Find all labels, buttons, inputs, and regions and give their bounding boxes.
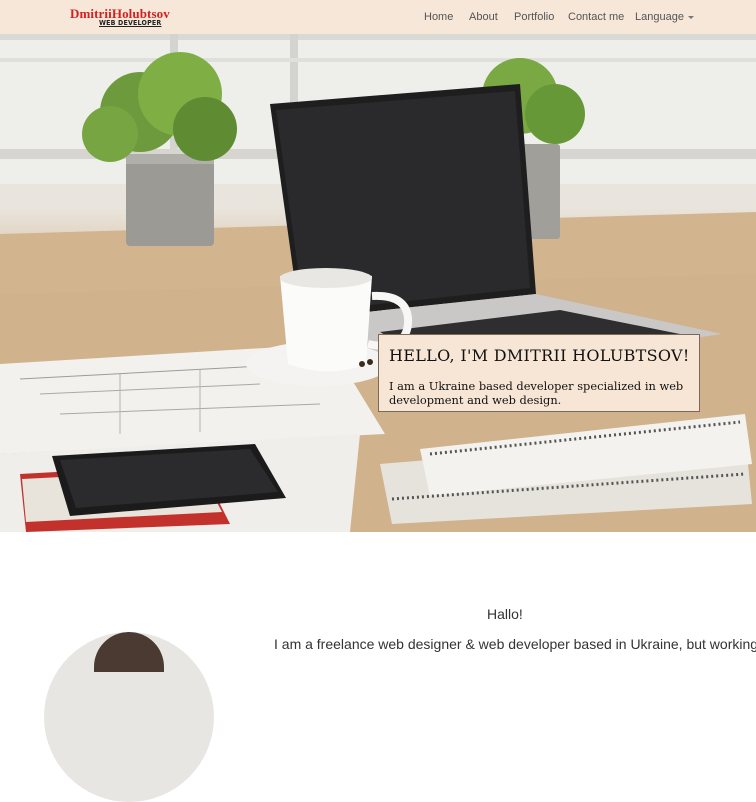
nav-language-label: Language — [635, 11, 684, 23]
navbar: DmitriiHolubtsov WEB DEVELOPER Home Abou… — [0, 0, 756, 34]
nav-home[interactable]: Home — [424, 11, 453, 23]
avatar — [44, 632, 214, 802]
brand-subtitle: WEB DEVELOPER — [99, 19, 162, 27]
nav-contact[interactable]: Contact me — [568, 11, 624, 23]
caret-down-icon — [687, 15, 694, 19]
hero-section: HELLO, I'M DMITRII HOLUBTSOV! I am a Ukr… — [0, 34, 756, 532]
avatar-photo — [94, 632, 164, 672]
nav-language-dropdown[interactable]: Language — [635, 11, 694, 23]
hero-title: HELLO, I'M DMITRII HOLUBTSOV! — [389, 346, 690, 365]
nav-portfolio[interactable]: Portfolio — [514, 11, 554, 23]
hero-intro-card: HELLO, I'M DMITRII HOLUBTSOV! I am a Ukr… — [378, 334, 700, 412]
hero-background-image — [0, 34, 756, 532]
about-intro-text: I am a freelance web designer & web deve… — [274, 636, 756, 652]
brand-logo[interactable]: DmitriiHolubtsov WEB DEVELOPER — [70, 7, 170, 27]
about-greeting: Hallo! — [487, 606, 523, 622]
nav-about[interactable]: About — [469, 11, 498, 23]
hero-text: I am a Ukraine based developer specializ… — [389, 379, 684, 407]
